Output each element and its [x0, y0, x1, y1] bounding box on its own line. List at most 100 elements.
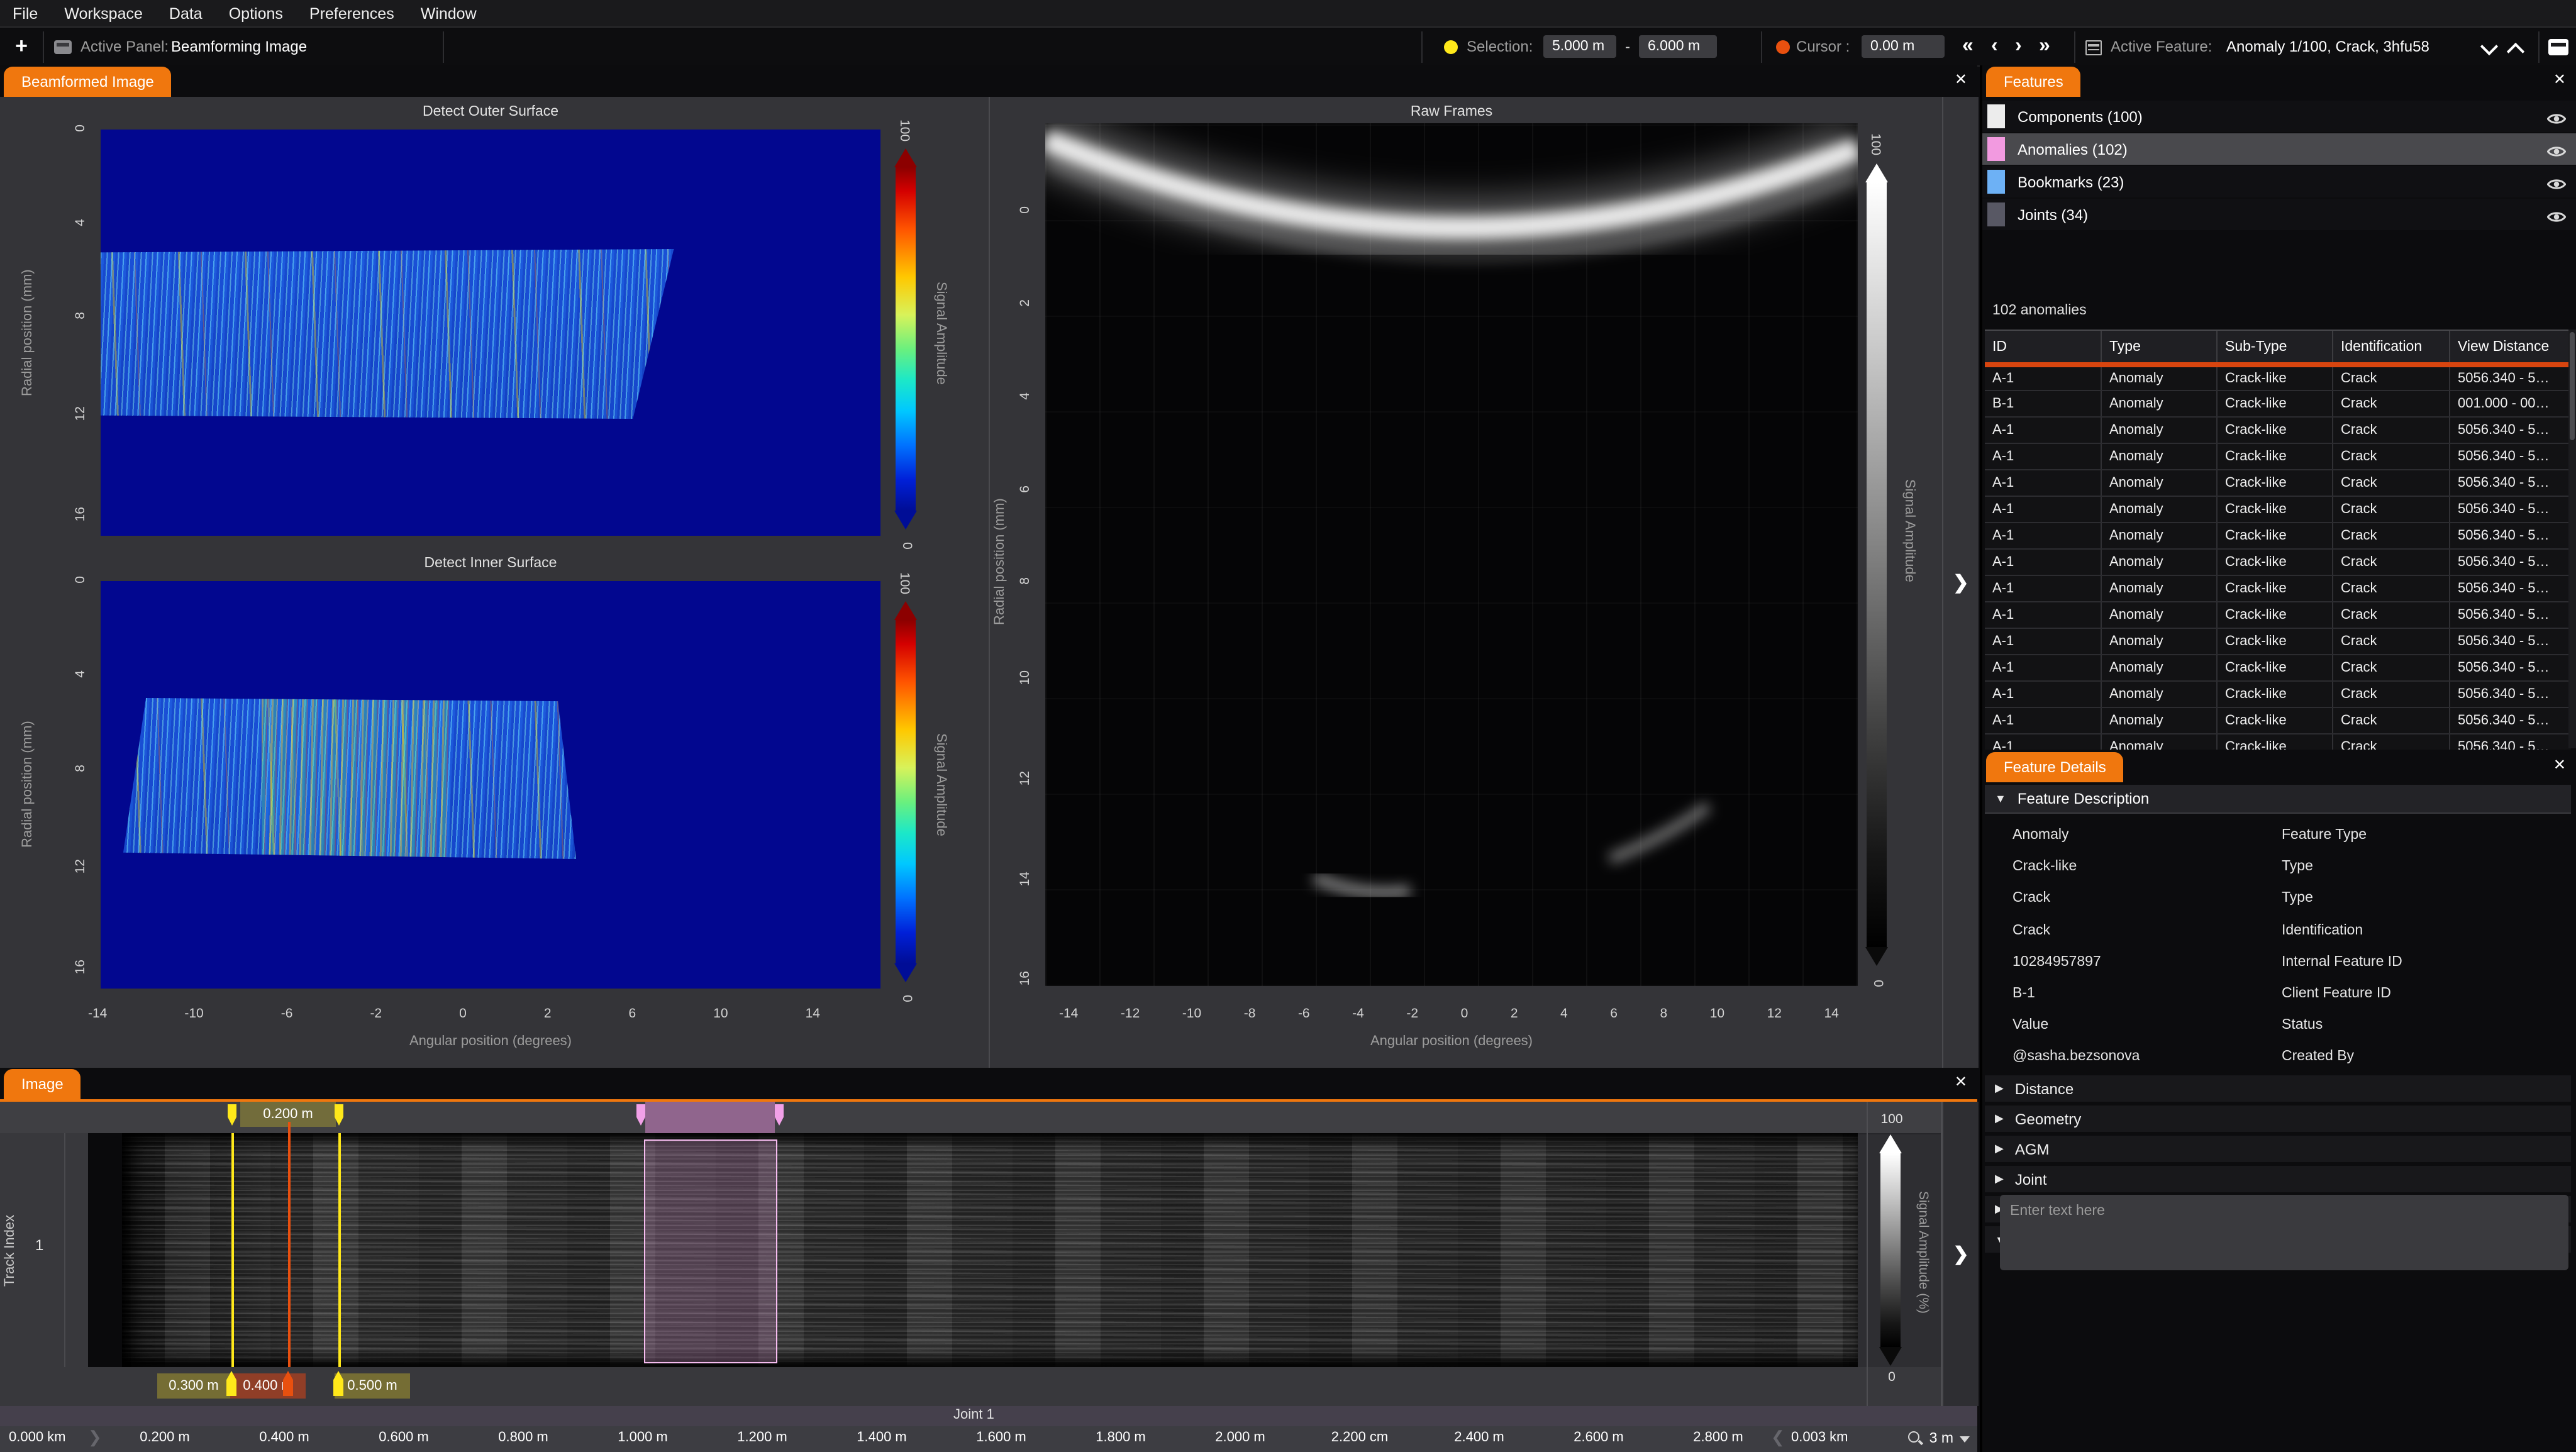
- outer-surface-title: Detect Outer Surface: [101, 104, 880, 119]
- feature-group-joints[interactable]: Joints (34): [1982, 199, 2576, 230]
- table-row[interactable]: A-1AnomalyCrack-likeCrack5056.340 - 5…: [1985, 444, 2571, 470]
- table-row[interactable]: A-1AnomalyCrack-likeCrack5056.340 - 5…: [1985, 576, 2571, 602]
- feature-prev-chevron-up-icon[interactable]: [2507, 43, 2524, 60]
- selection-start-line[interactable]: [231, 1133, 233, 1406]
- nav-prev-button[interactable]: ‹: [1991, 33, 1998, 60]
- section-agm[interactable]: ▶AGM: [1985, 1136, 2571, 1162]
- feature-end-pin[interactable]: [775, 1104, 784, 1126]
- table-row[interactable]: A-1AnomalyCrack-likeCrack5056.340 - 5…: [1985, 655, 2571, 682]
- table-row[interactable]: A-1AnomalyCrack-likeCrack5056.340 - 5…: [1985, 629, 2571, 655]
- comment-textarea[interactable]: [2000, 1195, 2568, 1270]
- selection-to-input[interactable]: [1639, 35, 1717, 58]
- table-scrollbar[interactable]: [2568, 330, 2576, 748]
- table-cell: Crack: [2333, 418, 2450, 443]
- scale-zoom-control[interactable]: 3 m: [1908, 1426, 1970, 1452]
- table-cell: Crack-like: [2218, 629, 2333, 654]
- tab-image[interactable]: Image: [4, 1069, 81, 1099]
- feature-group-anomalies[interactable]: Anomalies (102): [1982, 133, 2576, 165]
- tab-feature-details[interactable]: Feature Details: [1986, 752, 2124, 782]
- table-row[interactable]: A-1AnomalyCrack-likeCrack5056.340 - 5…: [1985, 365, 2571, 391]
- table-cell: A-1: [1985, 367, 2102, 390]
- feature-selection-box[interactable]: [644, 1139, 777, 1363]
- table-row[interactable]: A-1AnomalyCrack-likeCrack5056.340 - 5…: [1985, 497, 2571, 523]
- beamformed-close-icon[interactable]: ✕: [1955, 70, 1967, 88]
- nav-next-button[interactable]: ›: [2015, 33, 2022, 60]
- visibility-eye-icon[interactable]: [2547, 142, 2566, 156]
- menu-item-preferences[interactable]: Preferences: [309, 4, 394, 22]
- field-label: Internal Feature ID: [2282, 955, 2402, 970]
- cursor-value-input[interactable]: [1862, 35, 1945, 58]
- table-row[interactable]: A-1AnomalyCrack-likeCrack5056.340 - 5…: [1985, 708, 2571, 734]
- table-cell: Crack: [2333, 550, 2450, 575]
- selection-end-pin[interactable]: [335, 1104, 343, 1126]
- table-header-row: IDTypeSub-TypeIdentificationView Distanc…: [1985, 331, 2571, 365]
- colorbar-top-arrow[interactable]: [1879, 1134, 1902, 1153]
- expand-panel-chevron-right-icon[interactable]: ❯: [1953, 571, 1968, 594]
- section-title: Distance: [2015, 1080, 2074, 1097]
- colorbar-top-arrow[interactable]: [1865, 163, 1888, 182]
- colorbar-bottom-arrow[interactable]: [894, 963, 917, 982]
- visibility-eye-icon[interactable]: [2547, 208, 2566, 221]
- menu-item-file[interactable]: File: [13, 4, 38, 22]
- table-row[interactable]: B-1AnomalyCrack-likeCrack001.000 - 00…: [1985, 391, 2571, 418]
- tab-beamformed-image[interactable]: Beamformed Image: [4, 67, 172, 97]
- tab-features[interactable]: Features: [1986, 67, 2081, 97]
- field-label: Client Feature ID: [2282, 986, 2391, 1001]
- menu-item-window[interactable]: Window: [421, 4, 477, 22]
- features-close-icon[interactable]: ✕: [2553, 70, 2566, 88]
- expand-panel-chevron-right-icon[interactable]: ❯: [1953, 1243, 1968, 1265]
- nav-last-button[interactable]: »: [2039, 33, 2050, 60]
- add-panel-button[interactable]: +: [8, 31, 35, 62]
- details-close-icon[interactable]: ✕: [2553, 756, 2566, 773]
- menu-item-options[interactable]: Options: [229, 4, 283, 22]
- scale-tick: 1.200 m: [718, 1430, 806, 1445]
- description-field: AnomalyFeature Type: [1982, 820, 2576, 850]
- table-row[interactable]: A-1AnomalyCrack-likeCrack5056.340 - 5…: [1985, 602, 2571, 629]
- column-header[interactable]: View Distance: [2450, 331, 2563, 362]
- table-row[interactable]: A-1AnomalyCrack-likeCrack5056.340 - 5…: [1985, 470, 2571, 497]
- column-header[interactable]: Identification: [2333, 331, 2450, 362]
- toolbar-separator: [1761, 31, 1762, 63]
- scrollbar-thumb[interactable]: [2570, 332, 2575, 440]
- table-cell: Crack: [2333, 470, 2450, 496]
- colorbar-bottom-arrow[interactable]: [1879, 1347, 1902, 1366]
- section-joint[interactable]: ▶Joint: [1985, 1166, 2571, 1192]
- table-cell: Anomaly: [2102, 550, 2218, 575]
- visibility-eye-icon[interactable]: [2547, 109, 2566, 123]
- column-header[interactable]: Type: [2102, 331, 2218, 362]
- table-cell: A-1: [1985, 470, 2102, 496]
- section-distance[interactable]: ▶Distance: [1985, 1075, 2571, 1102]
- feature-group-components[interactable]: Components (100): [1982, 101, 2576, 132]
- visibility-eye-icon[interactable]: [2547, 175, 2566, 189]
- feature-next-chevron-down-icon[interactable]: [2480, 38, 2498, 55]
- layout-panel-button[interactable]: [2548, 39, 2568, 55]
- feature-start-pin[interactable]: [636, 1104, 645, 1126]
- menu-item-data[interactable]: Data: [169, 4, 203, 22]
- selection-from-input[interactable]: [1543, 35, 1616, 58]
- image-close-icon[interactable]: ✕: [1955, 1073, 1967, 1090]
- section-feature-description[interactable]: ▼ Feature Description: [1985, 785, 2571, 814]
- section-geometry[interactable]: ▶Geometry: [1985, 1106, 2571, 1132]
- outer-y-ticks: 0481216: [68, 125, 93, 522]
- menu-item-workspace[interactable]: Workspace: [64, 4, 143, 22]
- colorbar-top-arrow[interactable]: [894, 601, 917, 620]
- active-feature-label: Active Feature:: [2111, 38, 2212, 55]
- column-header[interactable]: ID: [1985, 331, 2102, 362]
- cursor-line[interactable]: [288, 1122, 290, 1406]
- bscan-colorbar-cell: 100 0 Signal Amplitude (%): [1867, 1102, 1942, 1406]
- table-row[interactable]: A-1AnomalyCrack-likeCrack5056.340 - 5…: [1985, 682, 2571, 708]
- feature-group-bookmarks[interactable]: Bookmarks (23): [1982, 166, 2576, 197]
- table-row[interactable]: A-1AnomalyCrack-likeCrack5056.340 - 5…: [1985, 418, 2571, 444]
- column-header[interactable]: Sub-Type: [2218, 331, 2333, 362]
- selection-end-line[interactable]: [338, 1133, 340, 1406]
- colorbar-bottom-arrow[interactable]: [894, 511, 917, 529]
- colorbar-bottom-arrow[interactable]: [1865, 947, 1888, 966]
- colorbar-top-arrow[interactable]: [894, 148, 917, 167]
- nav-first-button[interactable]: «: [1962, 33, 1974, 60]
- selection-start-pin[interactable]: [228, 1104, 236, 1126]
- distance-scale-bar[interactable]: 0.000 km ❯ ❮ 0.003 km 3 m 0.200 m0.400 m…: [0, 1426, 1977, 1452]
- table-row[interactable]: A-1AnomalyCrack-likeCrack5056.340 - 5…: [1985, 734, 2571, 750]
- axis-tick: -14: [1059, 1006, 1078, 1021]
- table-row[interactable]: A-1AnomalyCrack-likeCrack5056.340 - 5…: [1985, 523, 2571, 550]
- table-row[interactable]: A-1AnomalyCrack-likeCrack5056.340 - 5…: [1985, 550, 2571, 576]
